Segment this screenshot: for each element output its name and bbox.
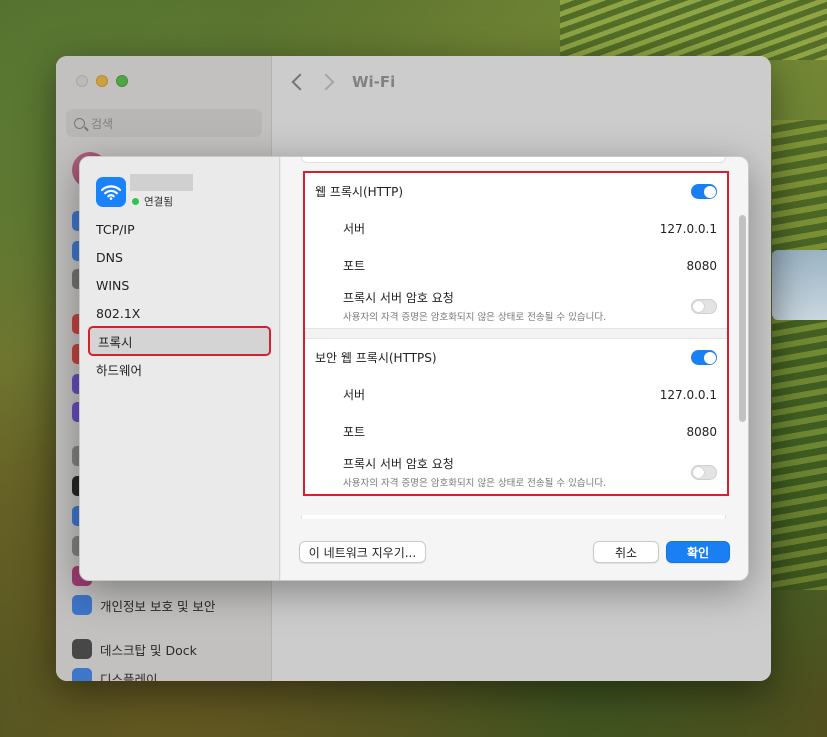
forget-network-button[interactable]: 이 네트워크 지우기...	[299, 541, 426, 563]
wallpaper-field-stripes-right	[772, 120, 827, 590]
http-proxy-row: 웹 프록시(HTTP)	[305, 173, 727, 210]
https-port-row: 포트 8080	[305, 413, 727, 450]
https-server-row: 서버 127.0.0.1	[305, 376, 727, 413]
http-proxy-toggle[interactable]	[691, 184, 717, 199]
https-password-toggle[interactable]	[691, 465, 717, 480]
proxy-settings-group: 웹 프록시(HTTP) 서버 127.0.0.1 포트 8080 프록시 서버 …	[303, 171, 729, 496]
http-password-description: 사용자의 자격 증명은 암호화되지 않은 상태로 전송될 수 있습니다.	[343, 312, 607, 323]
connected-status-dot	[132, 198, 139, 205]
sheet-sidebar: 연결됨 TCP/IP DNS WINS 802.1X 프록시 하드웨어	[80, 157, 280, 580]
http-port-value[interactable]: 8080	[686, 259, 717, 273]
https-password-label: 프록시 서버 암호 요청	[343, 457, 454, 471]
cancel-button[interactable]: 취소	[593, 541, 659, 563]
vertical-scrollbar[interactable]	[739, 215, 746, 422]
https-password-description: 사용자의 자격 증명은 암호화되지 않은 상태로 전송될 수 있습니다.	[343, 478, 607, 489]
http-server-label: 서버	[343, 222, 366, 236]
https-port-value[interactable]: 8080	[686, 425, 717, 439]
https-proxy-title: 보안 웹 프록시(HTTPS)	[315, 351, 437, 365]
tab-wins[interactable]: WINS	[88, 271, 271, 299]
http-port-label: 포트	[343, 259, 366, 273]
proxy-settings-pane: 웹 프록시(HTTP) 서버 127.0.0.1 포트 8080 프록시 서버 …	[281, 157, 748, 580]
wallpaper-lake	[772, 250, 827, 320]
tab-tcpip[interactable]: TCP/IP	[88, 215, 271, 243]
http-password-toggle[interactable]	[691, 299, 717, 314]
connection-status: 연결됨	[132, 194, 173, 209]
tab-hardware[interactable]: 하드웨어	[88, 355, 271, 383]
network-name-redacted	[130, 174, 193, 191]
ok-button[interactable]: 확인	[666, 541, 730, 563]
wallpaper-field-stripes	[560, 0, 827, 60]
http-server-value[interactable]: 127.0.0.1	[660, 222, 717, 236]
http-password-row: 프록시 서버 암호 요청 사용자의 자격 증명은 암호화되지 않은 상태로 전송…	[305, 284, 727, 328]
http-port-row: 포트 8080	[305, 247, 727, 284]
previous-card-edge	[301, 157, 726, 163]
connection-status-label: 연결됨	[144, 196, 173, 208]
https-proxy-row: 보안 웹 프록시(HTTPS)	[305, 339, 727, 376]
tab-8021x[interactable]: 802.1X	[88, 299, 271, 327]
http-password-label: 프록시 서버 암호 요청	[343, 291, 454, 305]
tab-dns[interactable]: DNS	[88, 243, 271, 271]
proxy-scroll-area[interactable]: 웹 프록시(HTTP) 서버 127.0.0.1 포트 8080 프록시 서버 …	[281, 157, 748, 519]
http-server-row: 서버 127.0.0.1	[305, 210, 727, 247]
https-server-value[interactable]: 127.0.0.1	[660, 388, 717, 402]
network-details-sheet: 연결됨 TCP/IP DNS WINS 802.1X 프록시 하드웨어 웹 프록…	[79, 156, 749, 581]
https-password-row: 프록시 서버 암호 요청 사용자의 자격 증명은 암호화되지 않은 상태로 전송…	[305, 450, 727, 494]
wifi-icon	[101, 185, 121, 200]
https-server-label: 서버	[343, 388, 366, 402]
https-port-label: 포트	[343, 425, 366, 439]
tab-proxy[interactable]: 프록시	[88, 326, 271, 356]
https-proxy-toggle[interactable]	[691, 350, 717, 365]
http-proxy-title: 웹 프록시(HTTP)	[315, 185, 404, 199]
section-divider	[305, 328, 727, 339]
wifi-network-tile	[96, 177, 126, 207]
sheet-footer: 이 네트워크 지우기... 취소 확인	[281, 518, 748, 580]
